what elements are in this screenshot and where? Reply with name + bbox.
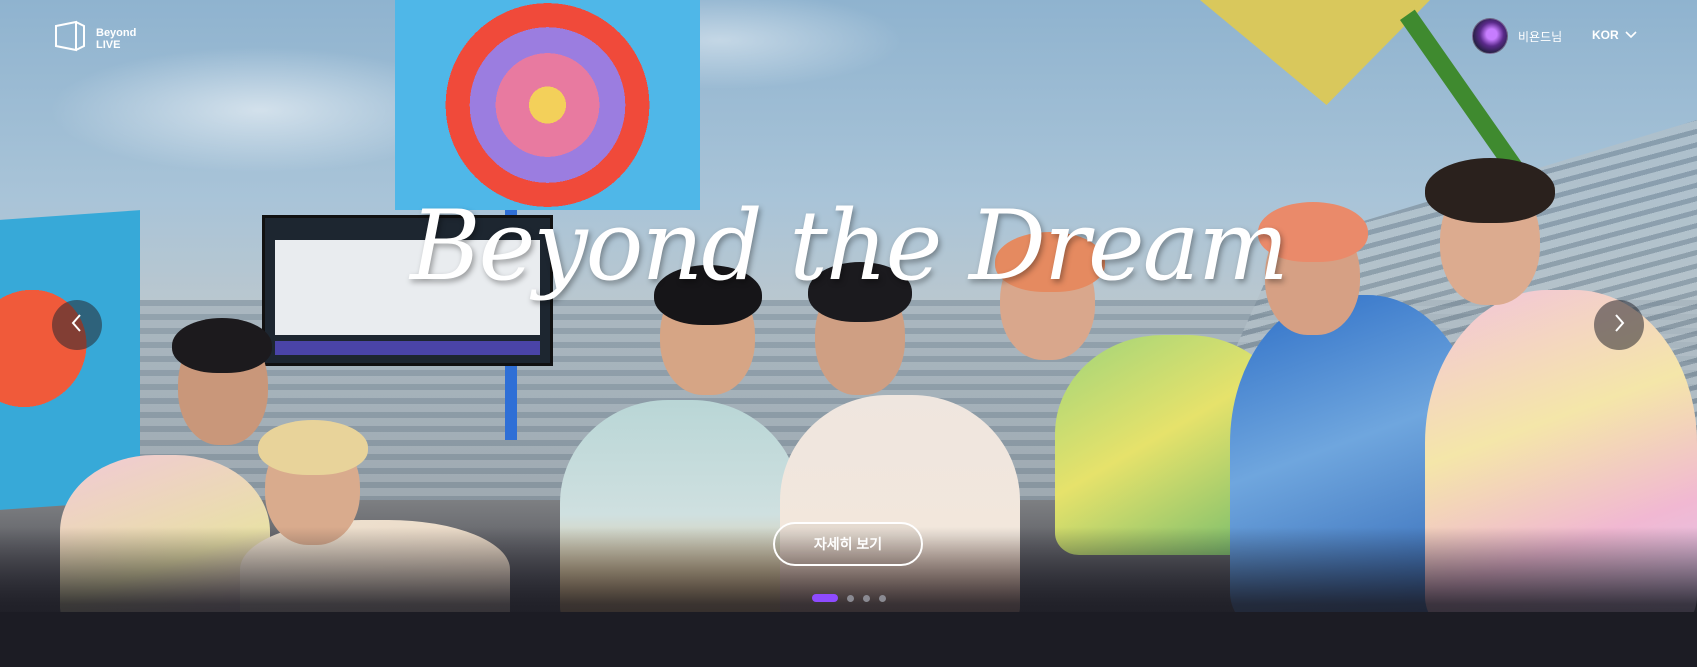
person-1-hair	[172, 318, 272, 373]
carousel-dot-2[interactable]	[847, 594, 854, 602]
avatar[interactable]	[1472, 18, 1508, 54]
logo-text: Beyond LIVE	[96, 27, 146, 51]
person-2-hair	[258, 420, 368, 475]
beyond-live-logo-icon	[52, 20, 88, 57]
chevron-left-icon	[70, 313, 84, 338]
carousel-dot-1[interactable]	[812, 594, 838, 602]
logo-line-1: Beyond	[96, 26, 137, 39]
carousel-pagination	[812, 594, 886, 602]
carousel-dot-4[interactable]	[879, 594, 886, 602]
carousel-dot-3[interactable]	[863, 594, 870, 602]
view-details-button[interactable]: 자세히 보기	[773, 522, 923, 566]
carousel-prev-button[interactable]	[52, 300, 102, 350]
top-navigation: Beyond LIVE 비욘드님 KOR	[0, 0, 1697, 72]
chevron-right-icon	[1612, 313, 1626, 338]
hero-title: Beyond the Dream	[410, 190, 1289, 302]
hero-banner: Beyond LIVE 비욘드님 KOR Beyond the Dream 자세…	[0, 0, 1697, 667]
language-label[interactable]: KOR	[1592, 28, 1619, 42]
chevron-down-icon	[1625, 28, 1637, 42]
brand-logo[interactable]: Beyond LIVE	[52, 20, 146, 57]
carousel-next-button[interactable]	[1594, 300, 1644, 350]
user-name[interactable]: 비욘드님	[1518, 28, 1562, 45]
bottom-bar	[0, 612, 1697, 667]
language-selector[interactable]: KOR	[1592, 28, 1637, 42]
user-menu[interactable]: 비욘드님	[1472, 18, 1562, 54]
logo-line-2: LIVE	[96, 38, 121, 51]
